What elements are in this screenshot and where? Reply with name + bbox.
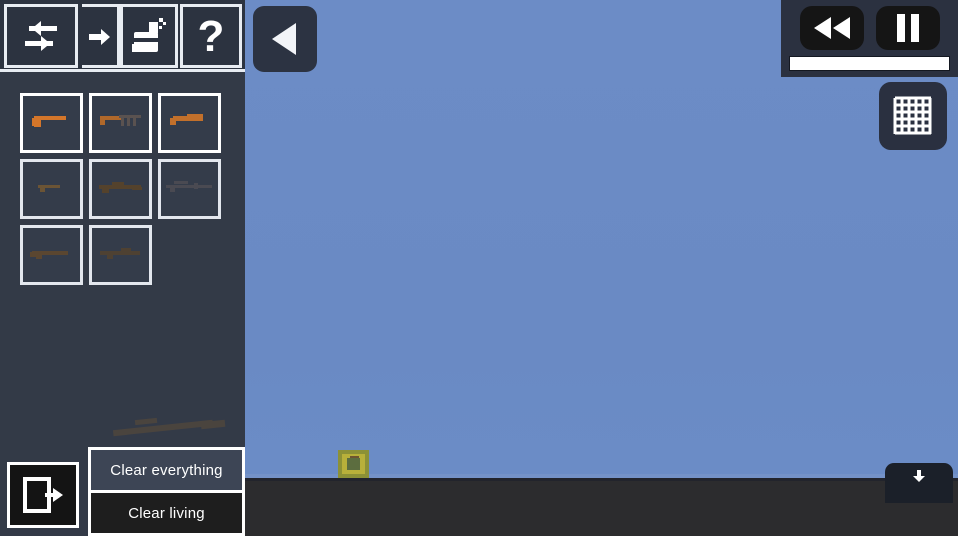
toggle-grid-button[interactable]	[879, 82, 947, 150]
rewind-icon	[811, 15, 853, 41]
collapse-panel-button[interactable]	[253, 6, 317, 72]
playback-progress-fill	[790, 57, 949, 70]
toolbar-button-next[interactable]	[82, 4, 120, 68]
exit-button[interactable]	[7, 462, 79, 528]
left-sidebar: ? Clear everything Clear living	[0, 0, 245, 536]
inventory-slot-machine-gun[interactable]	[89, 225, 152, 285]
clear-living-button[interactable]: Clear living	[91, 493, 242, 533]
grid-mesh-icon	[891, 94, 935, 138]
arrow-right-icon	[87, 23, 113, 49]
swap-arrows-icon	[20, 16, 62, 56]
weapon-sprite-assault-rifle	[96, 177, 146, 202]
playback-controls-panel	[781, 0, 958, 77]
inventory-slot-assault-rifle[interactable]	[89, 159, 152, 219]
toolbar-button-help[interactable]: ?	[180, 4, 242, 68]
background-weapon-silhouette	[105, 415, 230, 441]
sidebar-toolbar: ?	[0, 0, 245, 72]
toolbar-divider	[0, 69, 245, 72]
clear-actions-panel: Clear everything Clear living	[88, 447, 245, 536]
playback-progress-bar[interactable]	[789, 56, 950, 71]
weapon-sprite-pistol	[30, 110, 74, 137]
inventory-slot-pistol[interactable]	[20, 93, 83, 153]
clear-everything-button[interactable]: Clear everything	[91, 450, 242, 490]
download-arrow-icon	[912, 469, 926, 485]
pause-button[interactable]	[876, 6, 940, 50]
weapon-sprite-carbine	[32, 178, 72, 201]
spawned-crate[interactable]	[338, 450, 369, 478]
weapon-sprite-smg	[97, 110, 145, 137]
pause-icon	[893, 12, 923, 44]
triangle-left-icon	[268, 20, 302, 58]
question-mark-icon: ?	[195, 13, 227, 59]
inventory-slot-battle-rifle[interactable]	[20, 225, 83, 285]
toolbar-button-spray[interactable]	[120, 4, 178, 68]
weapon-inventory-grid	[20, 93, 236, 285]
weapon-sprite-machine-gun	[97, 243, 145, 268]
weapon-sprite-battle-rifle	[28, 243, 76, 268]
exit-door-icon	[21, 474, 65, 516]
inventory-slot-carbine[interactable]	[20, 159, 83, 219]
svg-text:?: ?	[198, 13, 225, 59]
inventory-slot-smg[interactable]	[89, 93, 152, 153]
weapon-sprite-sawed-off	[167, 110, 213, 137]
toolbar-button-swap[interactable]	[4, 4, 78, 68]
inventory-slot-sniper-rifle[interactable]	[158, 159, 221, 219]
game-screen: ? Clear everything Clear living	[0, 0, 958, 536]
weapon-sprite-sniper-rifle	[164, 177, 216, 202]
spray-can-icon	[129, 14, 169, 58]
inventory-slot-sawed-off[interactable]	[158, 93, 221, 153]
save-button[interactable]	[885, 463, 953, 503]
rewind-button[interactable]	[800, 6, 864, 50]
